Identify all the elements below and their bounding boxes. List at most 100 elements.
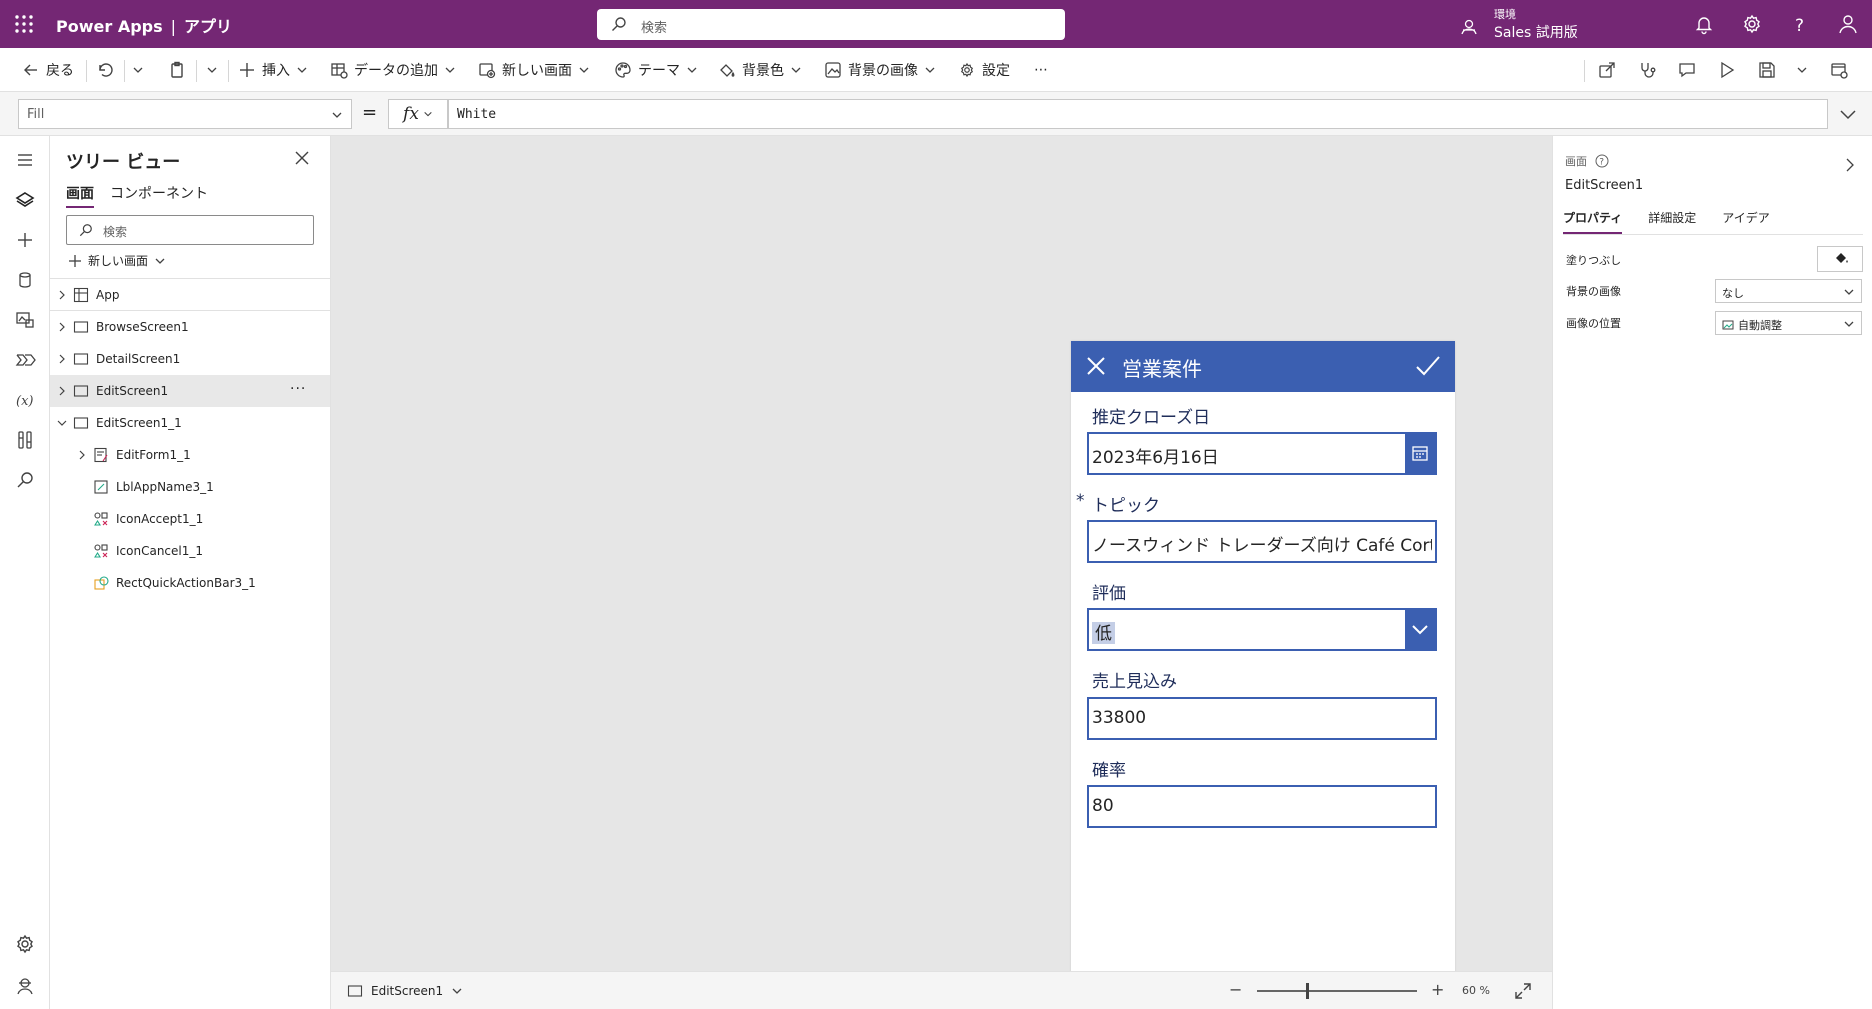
- tree-node-screen[interactable]: BrowseScreen1: [50, 311, 330, 343]
- property-selector-value: Fill: [27, 107, 45, 122]
- global-search-input[interactable]: 検索: [597, 9, 1065, 40]
- required-marker: *: [1076, 491, 1085, 511]
- advanced-tools-icon[interactable]: [13, 428, 37, 452]
- notifications-bell-icon[interactable]: [1692, 12, 1716, 36]
- form-header-bar: 営業案件: [1071, 341, 1455, 392]
- undo-button[interactable]: [96, 58, 114, 82]
- background-color-button[interactable]: 背景色: [718, 58, 802, 82]
- settings-gear-icon[interactable]: [1740, 12, 1764, 36]
- settings-label: 設定: [982, 63, 1010, 79]
- probability-input[interactable]: 80: [1087, 785, 1437, 828]
- search-icon[interactable]: [13, 468, 37, 492]
- close-icon[interactable]: [294, 150, 310, 166]
- accept-checkmark-icon[interactable]: [1415, 354, 1441, 378]
- preview-play-button[interactable]: [1718, 58, 1736, 82]
- rating-dropdown[interactable]: 低: [1087, 608, 1437, 651]
- new-screen-button[interactable]: 新しい画面: [478, 58, 590, 82]
- background-image-button[interactable]: 背景の画像: [824, 58, 936, 82]
- account-icon[interactable]: [1836, 12, 1860, 36]
- tab-advanced[interactable]: 詳細設定: [1648, 209, 1696, 234]
- tree-view-layers-icon[interactable]: [13, 188, 37, 212]
- tree-node-app[interactable]: App: [50, 279, 330, 311]
- zoom-in-button[interactable]: +: [1431, 980, 1444, 999]
- insert-button[interactable]: 挿入: [238, 58, 308, 82]
- estimated-revenue-value: 33800: [1092, 708, 1147, 728]
- tree-node-label: LblAppName3_1: [116, 480, 214, 494]
- tab-screens[interactable]: 画面: [66, 183, 94, 208]
- image-position-select[interactable]: 自動調整: [1715, 311, 1862, 335]
- fill-color-picker[interactable]: [1817, 246, 1863, 272]
- tree-node-icon-control[interactable]: IconAccept1_1: [50, 503, 330, 535]
- app-checker-button[interactable]: [1638, 58, 1656, 82]
- estimated-revenue-input[interactable]: 33800: [1087, 697, 1437, 740]
- virtual-agent-icon[interactable]: [13, 974, 37, 998]
- tree-node-form[interactable]: EditForm1_1: [50, 439, 330, 471]
- shape-icon: [94, 576, 109, 590]
- command-bar: 戻る 挿入 データの追加 新しい画面 テーマ 背景色 背景の画像 設定 ⋯: [0, 48, 1872, 92]
- chevron-down-icon: [1797, 67, 1807, 73]
- tree-node-rectangle[interactable]: RectQuickActionBar3_1: [50, 567, 330, 599]
- edit-screen-preview[interactable]: 営業案件 推定クローズ日 2023年6月16日 * トピック ノースウィンド ト…: [1071, 341, 1455, 1009]
- app-launcher-icon[interactable]: [12, 12, 36, 36]
- data-cylinder-icon[interactable]: [13, 268, 37, 292]
- left-rail: (x): [0, 136, 50, 1009]
- save-dropdown-button[interactable]: [1796, 58, 1808, 82]
- plus-icon: [69, 254, 81, 267]
- publish-button[interactable]: [1830, 58, 1848, 82]
- brand[interactable]: Power Apps | アプリ: [56, 13, 232, 37]
- screen-selector[interactable]: EditScreen1: [347, 983, 463, 999]
- hamburger-menu-icon[interactable]: [13, 148, 37, 172]
- topic-text-input[interactable]: ノースウィンド トレーダーズ向け Café Corto: [1087, 520, 1437, 563]
- tree-node-label: App: [96, 288, 120, 302]
- help-circle-icon[interactable]: ?: [1595, 154, 1609, 168]
- back-button[interactable]: 戻る: [22, 58, 74, 82]
- divider: [228, 60, 229, 82]
- tree-new-screen-button[interactable]: 新しい画面: [68, 252, 166, 269]
- tree-node-icon-control[interactable]: IconCancel1_1: [50, 535, 330, 567]
- property-selector[interactable]: Fill: [18, 99, 352, 129]
- settings-button[interactable]: 設定: [958, 58, 1010, 82]
- tree-node-screen-selected[interactable]: EditScreen1 ···: [50, 375, 330, 407]
- more-commands-button[interactable]: ⋯: [1034, 58, 1048, 82]
- zoom-out-button[interactable]: −: [1229, 980, 1242, 999]
- help-icon[interactable]: ?: [1788, 12, 1812, 36]
- save-button[interactable]: [1758, 58, 1776, 82]
- close-date-picker[interactable]: 2023年6月16日: [1087, 432, 1437, 475]
- formula-text: White: [457, 107, 497, 122]
- undo-dropdown-button[interactable]: [132, 58, 144, 82]
- tab-components[interactable]: コンポーネント: [110, 183, 208, 208]
- top-bar: Power Apps | アプリ 検索 環境 Sales 試用版 ?: [0, 0, 1872, 48]
- comments-button[interactable]: [1678, 58, 1696, 82]
- chevron-down-icon[interactable]: [1405, 610, 1435, 649]
- chevron-down-icon: [297, 67, 307, 73]
- calendar-icon[interactable]: [1405, 434, 1435, 473]
- paint-bucket-icon: [1833, 253, 1849, 268]
- paste-dropdown-button[interactable]: [206, 58, 218, 82]
- tree-node-label-control[interactable]: LblAppName3_1: [50, 471, 330, 503]
- media-icon[interactable]: [13, 308, 37, 332]
- tab-ideas[interactable]: アイデア: [1722, 209, 1769, 234]
- function-button[interactable]: fx: [388, 99, 448, 129]
- cancel-close-icon[interactable]: [1085, 355, 1107, 377]
- formula-input[interactable]: White: [448, 99, 1828, 129]
- power-automate-icon[interactable]: [13, 348, 37, 372]
- more-options-button[interactable]: ···: [290, 381, 306, 397]
- insert-plus-icon[interactable]: [13, 228, 37, 252]
- theme-button[interactable]: テーマ: [614, 58, 698, 82]
- expand-formula-button[interactable]: [1838, 104, 1858, 124]
- add-data-button[interactable]: データの追加: [330, 58, 456, 82]
- settings-gear-icon[interactable]: [13, 932, 37, 956]
- zoom-slider[interactable]: [1257, 990, 1417, 992]
- bg-image-select[interactable]: なし: [1715, 279, 1862, 303]
- tree-node-screen[interactable]: EditScreen1_1: [50, 407, 330, 439]
- paste-button[interactable]: [168, 58, 186, 82]
- share-button[interactable]: [1598, 58, 1616, 82]
- tree-search-input[interactable]: 検索: [66, 215, 314, 245]
- tab-properties[interactable]: プロパティ: [1563, 209, 1623, 234]
- zoom-slider-thumb[interactable]: [1306, 983, 1309, 999]
- design-canvas[interactable]: 営業案件 推定クローズ日 2023年6月16日 * トピック ノースウィンド ト…: [331, 136, 1552, 1009]
- tree-node-screen[interactable]: DetailScreen1: [50, 343, 330, 375]
- variables-icon[interactable]: (x): [13, 388, 37, 412]
- collapse-panel-icon[interactable]: [1843, 158, 1857, 172]
- fit-to-window-icon[interactable]: [1514, 982, 1532, 1000]
